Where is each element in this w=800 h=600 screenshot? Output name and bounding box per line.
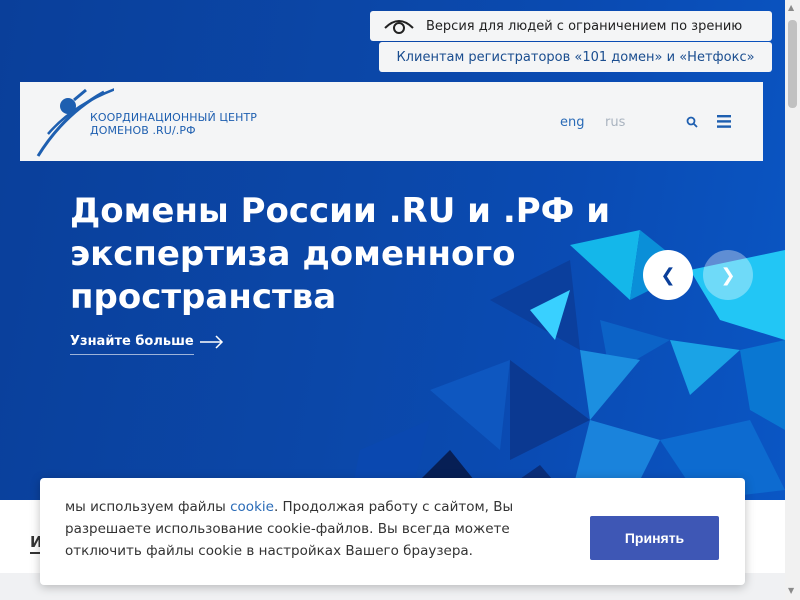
scroll-up-icon[interactable]: ▲ bbox=[788, 3, 794, 12]
chevron-left-icon: ❮ bbox=[660, 264, 676, 286]
eye-icon bbox=[384, 20, 414, 34]
chevron-right-icon: ❯ bbox=[720, 264, 736, 286]
scroll-down-icon[interactable]: ▼ bbox=[788, 586, 794, 595]
lang-eng-link[interactable]: eng bbox=[560, 115, 585, 130]
learn-more-link[interactable]: Узнайте больше bbox=[70, 334, 194, 355]
search-icon[interactable] bbox=[686, 116, 698, 128]
arrow-right-icon[interactable] bbox=[200, 335, 224, 349]
cookie-text-start: мы используем файлы bbox=[65, 499, 231, 515]
cookie-link[interactable]: cookie bbox=[230, 499, 274, 515]
slider-prev-button[interactable]: ❮ bbox=[643, 250, 693, 300]
site-header: КООРДИНАЦИОННЫЙ ЦЕНТР ДОМЕНОВ .RU/.РФ en… bbox=[20, 82, 763, 161]
logo-line-1: КООРДИНАЦИОННЫЙ ЦЕНТР bbox=[90, 111, 257, 124]
lang-rus-link[interactable]: rus bbox=[605, 115, 625, 130]
hero-banner: 1 / 3 Домены России .RU и .РФ и эксперти… bbox=[0, 0, 785, 500]
accessibility-version-link[interactable]: Версия для людей с ограничением по зрени… bbox=[370, 11, 772, 41]
accessibility-label: Версия для людей с ограничением по зрени… bbox=[426, 18, 743, 34]
clients-link[interactable]: Клиентам регистраторов «101 домен» и «Не… bbox=[379, 42, 772, 72]
cookie-banner: мы используем файлы cookie. Продолжая ра… bbox=[40, 478, 745, 585]
logo-text[interactable]: КООРДИНАЦИОННЫЙ ЦЕНТР ДОМЕНОВ .RU/.РФ bbox=[90, 111, 257, 137]
slider-next-button[interactable]: ❯ bbox=[703, 250, 753, 300]
logo-line-2: ДОМЕНОВ .RU/.РФ bbox=[90, 124, 196, 137]
cookie-message: мы используем файлы cookie. Продолжая ра… bbox=[65, 496, 535, 562]
accept-cookies-button[interactable]: Принять bbox=[590, 516, 719, 560]
menu-icon[interactable] bbox=[717, 115, 731, 128]
hero-title: Домены России .RU и .РФ и экспертиза дом… bbox=[70, 191, 611, 317]
scrollbar-thumb[interactable] bbox=[788, 20, 797, 108]
